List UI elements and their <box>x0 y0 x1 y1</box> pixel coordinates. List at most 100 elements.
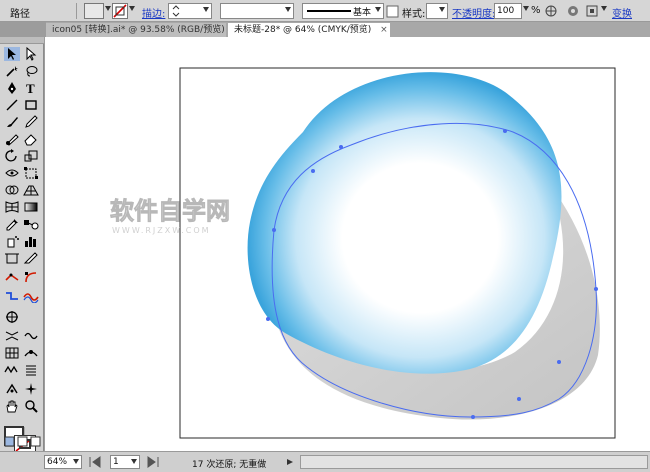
zoom-dropdown[interactable]: 64% <box>44 455 82 469</box>
document-tab-bar: icon05 [转换].ai* @ 93.58% (RGB/预览) 未标题-28… <box>46 22 650 37</box>
horizontal-scrollbar[interactable] <box>300 455 648 469</box>
rectangle-tool-icon[interactable] <box>23 98 39 112</box>
anchor-point[interactable] <box>311 169 315 173</box>
width-tool-icon[interactable] <box>4 166 20 180</box>
canvas-area[interactable] <box>45 37 650 451</box>
stepper-icon <box>172 5 180 17</box>
graphic-style-dropdown[interactable] <box>426 3 448 19</box>
style-swatch-icon[interactable] <box>386 4 400 18</box>
brush-style-label: 基本 <box>353 8 372 18</box>
watermark-logo: 软件自学网 WWW.RJZXW.COM <box>110 197 231 235</box>
drawing-modes-icon[interactable] <box>4 435 44 449</box>
no-stroke-icon <box>113 4 127 18</box>
panel-grip[interactable] <box>0 37 44 44</box>
stroke-weight-field[interactable] <box>168 3 212 19</box>
opacity-input[interactable]: 100 <box>494 3 522 19</box>
anchor-convert-icon[interactable] <box>23 270 39 284</box>
separator <box>76 3 77 19</box>
align-dropdown[interactable] <box>600 3 608 19</box>
eraser-tool-icon[interactable] <box>23 132 39 146</box>
zigzag-path-icon[interactable] <box>4 363 20 377</box>
tab-icon05[interactable]: icon05 [转换].ai* @ 93.58% (RGB/预览) <box>46 23 226 37</box>
zoom-value: 64% <box>47 457 68 467</box>
blend-tool-icon[interactable] <box>23 217 39 231</box>
close-icon[interactable]: × <box>380 25 388 35</box>
opacity-link[interactable]: 不透明度: <box>452 5 495 20</box>
style-label: 样式: <box>402 9 426 20</box>
rotate-point-icon[interactable] <box>4 382 20 396</box>
history-status: 17 次还原; 无重做 <box>192 460 267 470</box>
pen-tool-icon[interactable] <box>4 81 20 95</box>
perspective-grid-tool-icon[interactable] <box>23 183 39 197</box>
gradient-tool-icon[interactable] <box>23 200 39 214</box>
artboard-tool-icon[interactable] <box>4 251 20 265</box>
document-setup-icon[interactable] <box>566 4 580 18</box>
star-burst-icon[interactable] <box>23 382 39 396</box>
artboard-number: 1 <box>113 457 119 467</box>
direct-selection-tool-icon[interactable] <box>23 47 39 61</box>
grid-tool-icon[interactable] <box>4 346 20 360</box>
zoom-tool-icon[interactable] <box>23 399 39 413</box>
artboard-navigator[interactable]: 1 <box>110 455 140 469</box>
status-menu-icon[interactable] <box>285 457 295 467</box>
anchor-point[interactable] <box>517 397 521 401</box>
rotate-tool-icon[interactable] <box>4 149 20 163</box>
column-graph-tool-icon[interactable] <box>23 234 39 248</box>
paintbrush-tool-icon[interactable] <box>4 115 20 129</box>
wave-curve-icon[interactable] <box>23 289 39 303</box>
anchor-point[interactable] <box>339 145 343 149</box>
stroke-swatch[interactable] <box>112 3 128 19</box>
free-transform-tool-icon[interactable] <box>23 166 39 180</box>
brush-definition-dropdown[interactable]: 基本 <box>302 3 384 19</box>
anchor-point[interactable] <box>557 360 561 364</box>
align-icon[interactable] <box>586 4 600 18</box>
first-artboard-icon[interactable] <box>88 456 108 468</box>
list-lines-icon[interactable] <box>23 363 39 377</box>
tab-label: 未标题-28* @ 64% (CMYK/预览) <box>234 25 372 35</box>
warp-tool-icon[interactable] <box>23 346 39 360</box>
symbol-sprayer-tool-icon[interactable] <box>4 234 20 248</box>
slice-tool-icon[interactable] <box>23 251 39 265</box>
wave-path-icon[interactable] <box>23 329 39 343</box>
magic-wand-tool-icon[interactable] <box>4 64 20 78</box>
anchor-point[interactable] <box>272 228 276 232</box>
anchor-point[interactable] <box>594 287 598 291</box>
stroke-dropdown[interactable] <box>128 3 136 19</box>
opacity-dropdown[interactable] <box>522 3 530 19</box>
svg-text:T: T <box>26 81 35 95</box>
brush-stroke-preview <box>307 10 351 12</box>
type-tool-icon[interactable]: T <box>23 81 39 95</box>
shape-builder-tool-icon[interactable] <box>4 183 20 197</box>
lasso-tool-icon[interactable] <box>23 64 39 78</box>
watermark-url: WWW.RJZXW.COM <box>112 226 211 235</box>
blob-brush-tool-icon[interactable] <box>4 132 20 146</box>
pencil-tool-icon[interactable] <box>23 115 39 129</box>
tab-label: icon05 [转换].ai* @ 93.58% (RGB/预览) <box>52 25 225 35</box>
stroke-link[interactable]: 描边: <box>142 5 165 20</box>
mesh-tool-icon[interactable] <box>4 200 20 214</box>
selection-tool-icon[interactable] <box>4 47 20 61</box>
scale-tool-icon[interactable] <box>23 149 39 163</box>
transform-link[interactable]: 变换 <box>612 5 632 20</box>
bracket-path-icon[interactable] <box>4 329 20 343</box>
anchor-point[interactable] <box>471 415 475 419</box>
smooth-curve-blue-icon[interactable] <box>4 289 20 303</box>
eyedropper-tool-icon[interactable] <box>4 217 20 231</box>
target-tool-icon[interactable] <box>4 310 20 324</box>
hand-tool-icon[interactable] <box>4 399 20 413</box>
anchor-point[interactable] <box>503 129 507 133</box>
tab-untitled-28[interactable]: 未标题-28* @ 64% (CMYK/预览) × <box>228 23 390 37</box>
scissors-red-icon[interactable] <box>4 270 20 284</box>
watermark: 软件自学网 WWW.RJZXW.COM <box>108 193 258 238</box>
next-artboard-icon[interactable] <box>146 456 168 468</box>
artwork-svg[interactable] <box>45 37 650 451</box>
anchor-point[interactable] <box>266 317 270 321</box>
fill-swatch[interactable] <box>84 3 104 19</box>
recolor-icon[interactable] <box>544 4 558 18</box>
line-segment-tool-icon[interactable] <box>4 98 20 112</box>
opacity-unit: % <box>531 5 541 16</box>
object-type-label: 路径 <box>10 9 30 20</box>
fill-dropdown[interactable] <box>104 3 112 19</box>
variable-width-dropdown[interactable] <box>220 3 294 19</box>
control-bar: 路径 描边: 基本 样式: 不透明度: 100 % 变换 <box>0 0 650 22</box>
